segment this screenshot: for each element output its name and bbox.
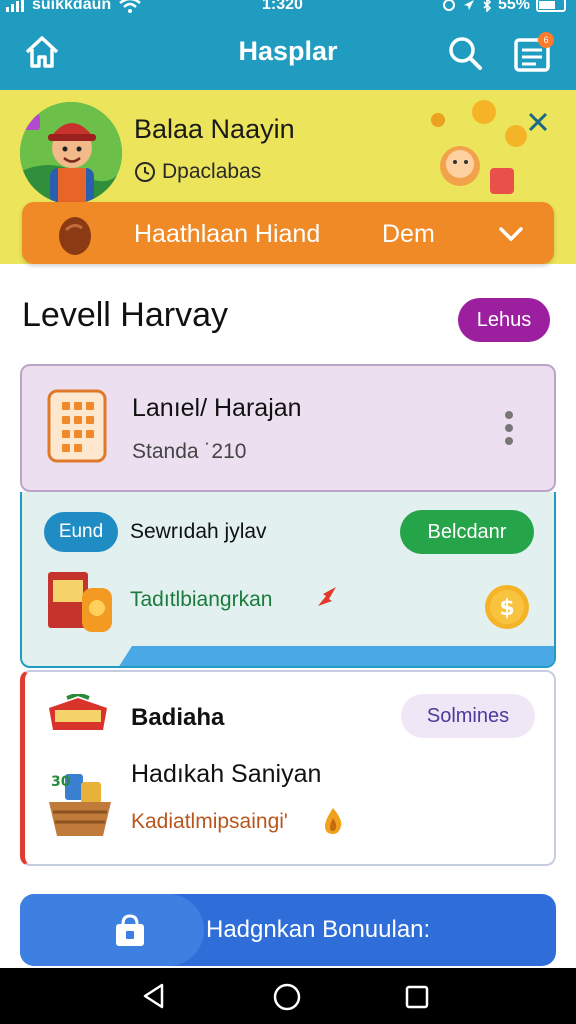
farmer-illustration: [20, 102, 122, 204]
card-subtitle: Standa ˙210: [132, 440, 247, 463]
bundle-subtitle: Kadiatlmipsaingi': [131, 810, 288, 833]
offer-tag: Eund: [44, 512, 118, 552]
basket-icon: 30: [49, 774, 111, 836]
recent-apps-icon[interactable]: [404, 984, 430, 1010]
rocket-icon: [318, 587, 336, 606]
cart-badge: 6: [538, 32, 554, 48]
back-icon[interactable]: [140, 982, 168, 1010]
user-subtitle: Dpaclabas: [134, 160, 261, 184]
bundle-card[interactable]: Badiaha Solmines 30 Hadıkah Saniyan Kadi…: [20, 670, 556, 866]
promo-dropdown[interactable]: Haathlaan Hiand Dem: [22, 202, 554, 264]
more-options-icon[interactable]: [504, 410, 514, 446]
shopping-bag-icon: [116, 914, 144, 946]
battery-icon: [536, 0, 566, 12]
section-pill-button[interactable]: Lehus: [458, 298, 550, 342]
card-footer-stripe: [119, 646, 554, 666]
avatar: [20, 102, 122, 204]
seed-icon: [59, 217, 91, 255]
chevron-down-icon: [499, 227, 523, 242]
close-icon[interactable]: [524, 108, 552, 136]
promo-value: Dem: [382, 220, 435, 248]
promo-banner: Balaa Naayin Dpaclabas Haathlaan Hiand D…: [0, 90, 576, 264]
search-icon[interactable]: [446, 34, 484, 72]
page-title: Hasplar: [238, 36, 338, 66]
offer-title: Sewrıdah jylav: [130, 520, 267, 543]
status-right: 55%: [442, 0, 566, 14]
clock: 1:320: [262, 0, 303, 13]
product-box-icon: [48, 572, 112, 632]
cta-label: Hadgnkan Bonuulan:: [206, 916, 431, 943]
harvest-card[interactable]: Lanıel/ Harajan Standa ˙210: [20, 364, 556, 492]
status-bar: suıkkdaun 1:320 55%: [0, 0, 576, 16]
cart-button[interactable]: 6: [512, 32, 554, 74]
system-nav-bar: [0, 968, 576, 1024]
offer-button[interactable]: Belcdanr: [400, 510, 534, 554]
coins-illustration: [431, 100, 527, 194]
location-icon: [442, 0, 455, 11]
calendar-icon: [47, 389, 107, 463]
carrier-label: suıkkdaun: [32, 0, 112, 13]
svg-text:$: $: [499, 596, 514, 621]
bundle-name: Hadıkah Saniyan: [131, 760, 322, 788]
battery-percent: 55%: [497, 0, 530, 13]
card-title: Lanıel/ Harajan: [132, 394, 302, 422]
bluetooth-icon: [483, 0, 492, 12]
promo-label: Haathlaan Hiand: [134, 220, 321, 248]
offer-card[interactable]: Eund Sewrıdah jylav Belcdanr Tadıtlbiang…: [20, 492, 556, 668]
bundle-chip[interactable]: Solmines: [401, 694, 535, 738]
home-circle-icon[interactable]: [272, 982, 302, 1012]
clock-icon: [135, 162, 155, 182]
subtitle-text: Dpaclabas: [162, 160, 262, 183]
brand-logo: [49, 694, 107, 730]
navigation-icon: [463, 0, 474, 10]
offer-subtitle: Tadıtlbiangrkan: [130, 588, 273, 611]
bonus-cta-button[interactable]: Hadgnkan Bonuulan:: [20, 894, 556, 966]
flame-icon: [325, 808, 342, 834]
dollar-coin-icon[interactable]: $: [484, 584, 530, 630]
bundle-title: Badiaha: [131, 704, 225, 731]
svg-text:30: 30: [51, 774, 71, 790]
signal-icon: [6, 0, 24, 12]
wifi-icon: [119, 0, 141, 13]
user-name: Balaa Naayin: [134, 114, 295, 144]
status-left: suıkkdaun: [6, 0, 141, 14]
section-title: Levell Harvay: [22, 296, 228, 334]
app-header: Hasplar 6: [0, 16, 576, 90]
